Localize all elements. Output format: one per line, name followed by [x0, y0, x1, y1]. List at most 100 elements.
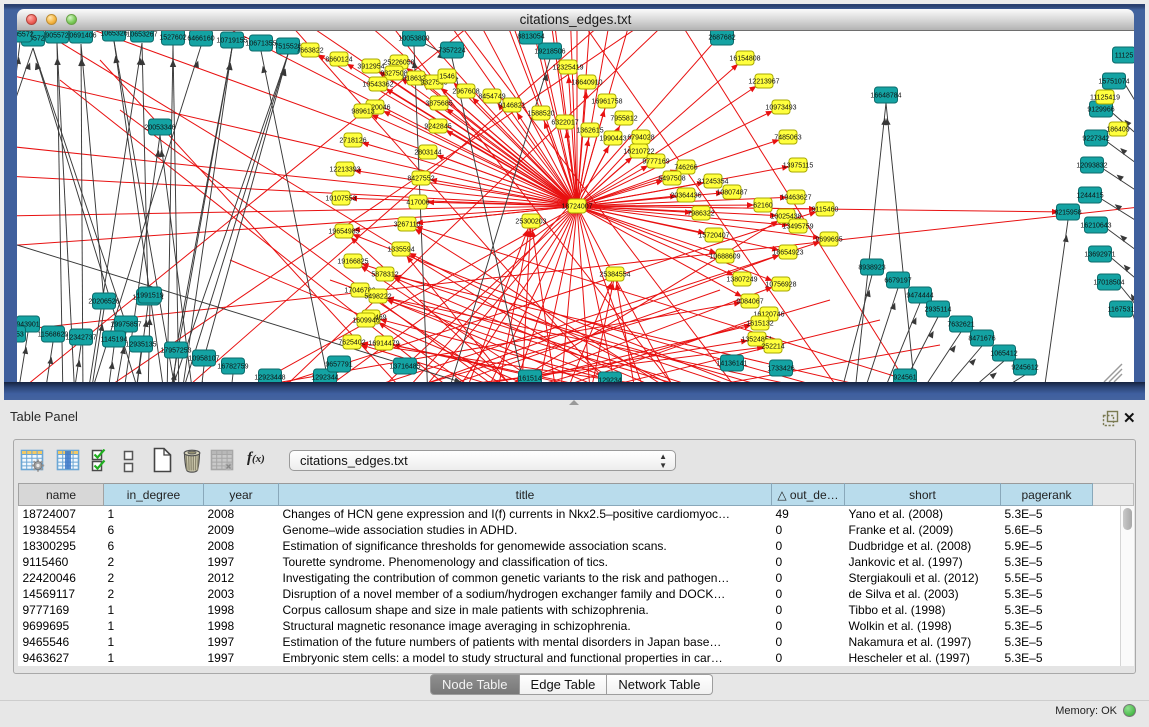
svg-text:1990443: 1990443 [599, 136, 626, 143]
svg-text:2967608: 2967608 [452, 89, 479, 96]
svg-text:20053346: 20053346 [144, 125, 175, 132]
svg-text:1546: 1546 [439, 74, 455, 81]
svg-text:12213393: 12213393 [329, 167, 360, 174]
svg-text:7485063: 7485063 [774, 135, 801, 142]
svg-text:7663822: 7663822 [296, 48, 323, 55]
svg-text:2803144: 2803144 [414, 150, 441, 157]
svg-text:16782759: 16782759 [217, 364, 248, 371]
svg-text:9699695: 9699695 [815, 237, 842, 244]
svg-text:1615132: 1615132 [746, 321, 773, 328]
svg-text:10053809: 10053809 [398, 36, 429, 43]
svg-text:10107553: 10107553 [325, 196, 356, 203]
svg-text:10653267: 10653267 [126, 32, 157, 39]
svg-text:16648784: 16648784 [870, 93, 901, 100]
svg-text:14136141: 14136141 [716, 361, 747, 368]
svg-text:8454749: 8454749 [478, 94, 505, 101]
svg-text:1905572: 1905572 [17, 32, 34, 39]
svg-text:10807487: 10807487 [716, 190, 747, 197]
svg-text:1588520: 1588520 [527, 111, 554, 118]
svg-text:12325419: 12325419 [552, 65, 583, 72]
svg-text:10719155: 10719155 [216, 38, 247, 45]
svg-text:5498222: 5498222 [364, 294, 391, 301]
svg-text:417006: 417006 [406, 200, 429, 207]
svg-text:20364436: 20364436 [670, 193, 701, 200]
svg-text:9474444: 9474444 [906, 293, 933, 300]
svg-text:6679197: 6679197 [884, 278, 911, 285]
svg-text:12213967: 12213967 [748, 79, 779, 86]
svg-text:1065412: 1065412 [990, 351, 1017, 358]
svg-text:9777169: 9777169 [642, 159, 669, 166]
svg-text:39153: 39153 [17, 332, 24, 339]
svg-text:13975115: 13975115 [783, 163, 814, 170]
svg-text:9657791: 9657791 [325, 362, 352, 369]
svg-text:11125: 11125 [1115, 53, 1134, 60]
svg-text:17957253: 17957253 [160, 348, 191, 355]
svg-text:19166825: 19166825 [337, 259, 368, 266]
svg-text:20206526: 20206526 [88, 299, 119, 306]
svg-text:10688609: 10688609 [709, 254, 740, 261]
svg-text:9242845: 9242845 [424, 124, 451, 131]
svg-text:10756928: 10756928 [765, 282, 796, 289]
svg-text:18654923: 18654923 [772, 250, 803, 257]
svg-text:12935135: 12935135 [125, 342, 156, 349]
svg-text:8215958: 8215958 [1054, 210, 1081, 217]
svg-text:3912954: 3912954 [357, 64, 384, 71]
svg-text:25300203: 25300203 [515, 219, 546, 226]
svg-text:10973493: 10973493 [765, 105, 796, 112]
svg-text:2687682: 2687682 [708, 35, 735, 42]
svg-text:1362615: 1362615 [576, 128, 603, 135]
svg-text:746266: 746266 [674, 165, 697, 172]
svg-text:1145194: 1145194 [101, 337, 128, 344]
svg-text:8427552: 8427552 [407, 176, 434, 183]
svg-text:19218506: 19218506 [534, 49, 565, 56]
svg-text:7357224: 7357224 [438, 48, 465, 55]
svg-text:25226058: 25226058 [383, 60, 414, 67]
svg-text:11125419: 11125419 [1090, 95, 1120, 102]
svg-text:3267110: 3267110 [394, 222, 421, 229]
svg-text:10958107: 10958107 [188, 356, 219, 363]
svg-text:62160: 62160 [753, 203, 773, 210]
svg-text:905572: 905572 [45, 33, 68, 40]
svg-text:3875685: 3875685 [425, 101, 452, 108]
svg-text:13495759: 13495759 [782, 224, 813, 231]
svg-text:1733426: 1733426 [767, 366, 794, 373]
svg-text:10543362: 10543362 [362, 82, 393, 89]
svg-text:13716485: 13716485 [389, 364, 420, 371]
svg-text:1527602: 1527602 [159, 35, 186, 42]
svg-text:1292344: 1292344 [311, 375, 338, 382]
svg-text:12093832: 12093832 [1076, 163, 1107, 170]
svg-text:186409: 186409 [1106, 127, 1129, 134]
svg-text:1244415: 1244415 [1076, 193, 1103, 200]
svg-text:13807249: 13807249 [726, 277, 757, 284]
svg-text:19463627: 19463627 [780, 195, 811, 202]
svg-text:252214: 252214 [761, 344, 784, 351]
svg-text:15751074: 15751074 [1098, 79, 1129, 86]
svg-text:25384554: 25384554 [599, 272, 630, 279]
svg-text:5878312: 5878312 [371, 272, 398, 279]
svg-text:989613: 989613 [351, 109, 374, 116]
svg-text:10671355: 10671355 [245, 41, 276, 48]
svg-text:1065326: 1065326 [100, 31, 127, 38]
svg-text:2935114: 2935114 [925, 307, 952, 314]
svg-text:18724007: 18724007 [561, 204, 592, 211]
svg-text:7632621: 7632621 [947, 322, 974, 329]
svg-text:7955812: 7955812 [610, 116, 637, 123]
svg-text:8938923: 8938923 [858, 265, 885, 272]
svg-text:9084067: 9084067 [736, 299, 763, 306]
svg-text:9129966: 9129966 [1087, 107, 1114, 114]
svg-text:16154808: 16154808 [729, 56, 760, 63]
svg-text:9227342: 9227342 [1082, 136, 1109, 143]
svg-text:9115460: 9115460 [812, 207, 839, 214]
svg-text:16914479: 16914479 [368, 341, 399, 348]
svg-text:31245354: 31245354 [697, 179, 728, 186]
svg-text:16210643: 16210643 [1080, 223, 1111, 230]
svg-text:20691406: 20691406 [65, 33, 96, 40]
svg-text:11568629: 11568629 [38, 332, 69, 339]
svg-text:2718126: 2718126 [339, 138, 366, 145]
svg-text:9245612: 9245612 [1011, 365, 1038, 372]
svg-text:12342737: 12342737 [65, 335, 96, 342]
svg-text:6497508: 6497508 [658, 176, 685, 183]
svg-text:6466160: 6466160 [187, 36, 214, 43]
svg-text:1335594: 1335594 [387, 247, 414, 254]
svg-text:13692971: 13692971 [1084, 252, 1115, 259]
